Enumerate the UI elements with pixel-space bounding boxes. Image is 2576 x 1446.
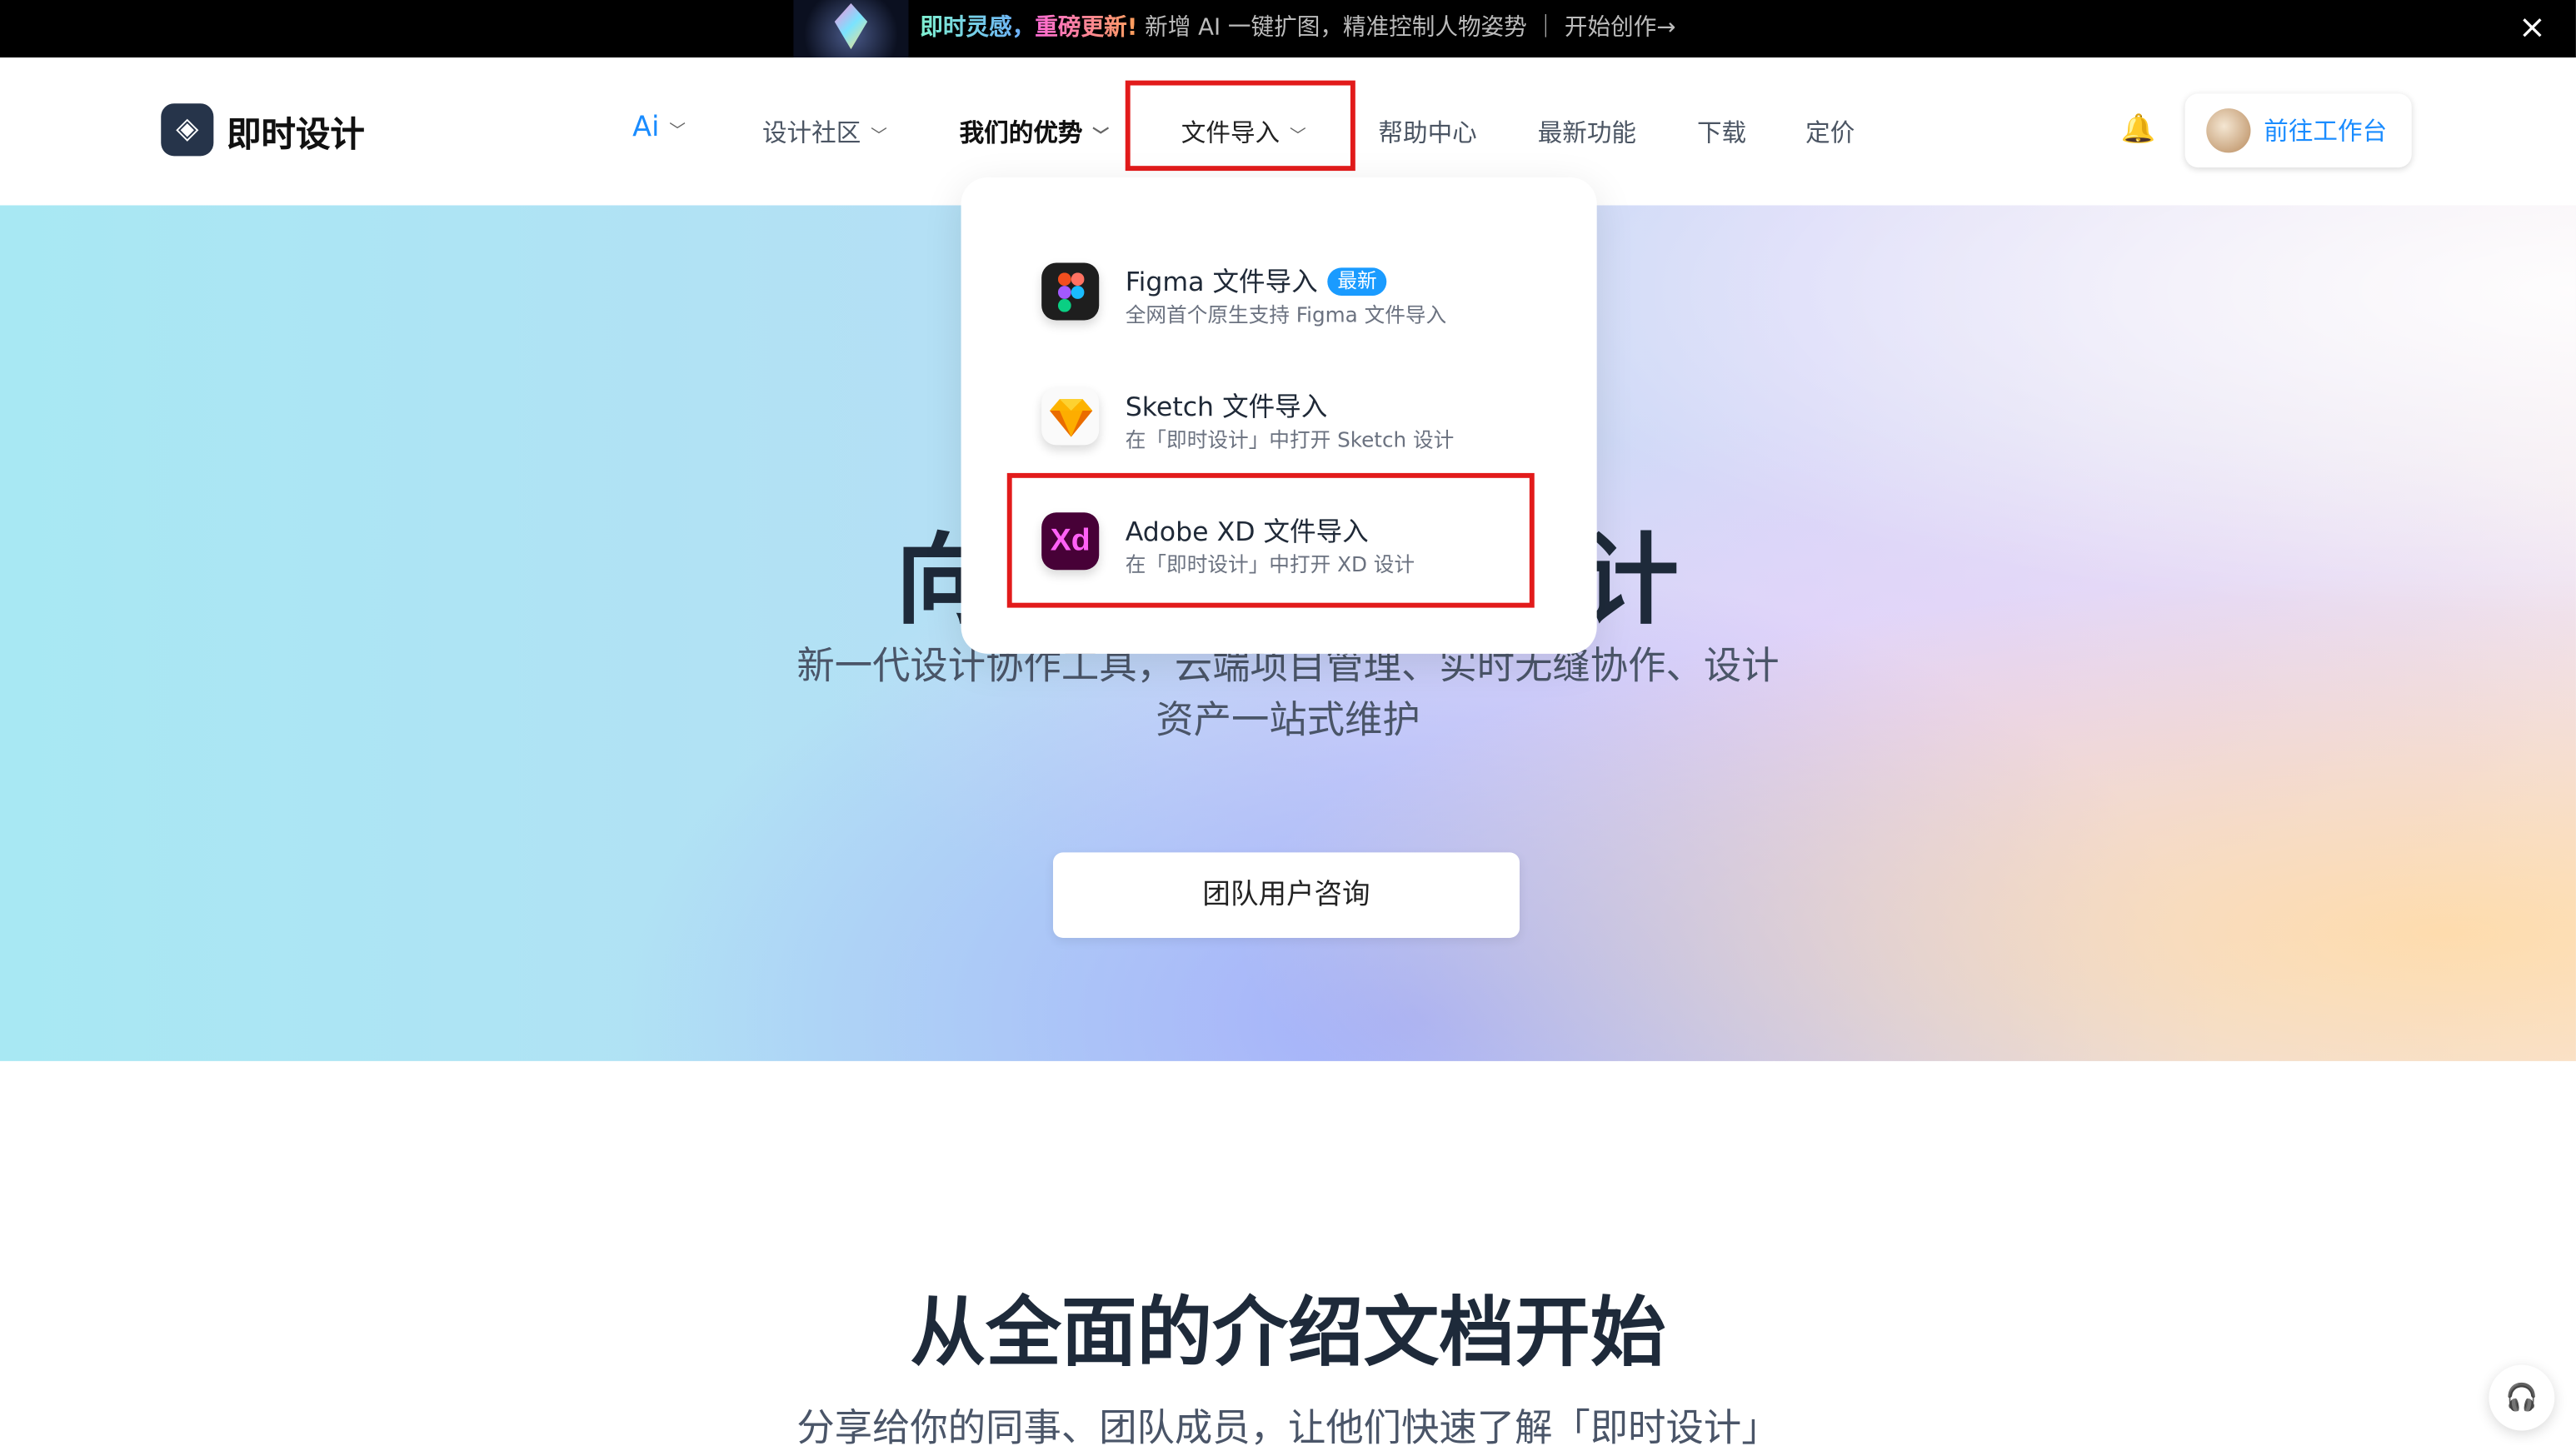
banner-message: 新增 AI 一键扩图，精准控制人物姿势 ｜ 开始创作→ (1137, 14, 1676, 42)
chevron-down-icon: ﹀ (871, 127, 887, 147)
nav-community[interactable]: 设计社区 ﹀ (762, 115, 887, 149)
menu-item-sketch-import[interactable]: Sketch 文件导入 在「即时设计」中打开 Sketch 设计 (1041, 387, 1535, 470)
avatar (2206, 108, 2251, 153)
item-title: Figma 文件导入 (1125, 266, 1318, 297)
nav-help[interactable]: 帮助中心 (1378, 115, 1476, 149)
menu-item-figma-import[interactable]: Figma 文件导入 最新 全网首个原生支持 Figma 文件导入 (1041, 262, 1535, 346)
chevron-down-icon: ﹀ (669, 122, 686, 142)
promo-banner[interactable]: 即时灵感，重磅更新! 新增 AI 一键扩图，精准控制人物姿势 ｜ 开始创作→ × (0, 0, 2576, 58)
headset-icon[interactable]: 🎧 (2489, 1364, 2555, 1431)
hero-subtitle: 新一代设计协作工具，云端项目管理、实时无缝协作、设计资产一站式维护 (796, 645, 1780, 743)
logo-text[interactable]: 即时设计 (227, 108, 365, 157)
item-title: Sketch 文件导入 (1125, 391, 1328, 422)
banner-highlight: 即时灵感， (920, 14, 1036, 42)
highlight-box (1125, 80, 1355, 172)
sketch-icon (1041, 387, 1100, 446)
item-subtitle: 全网首个原生支持 Figma 文件导入 (1125, 302, 1447, 327)
nav-label: 设计社区 (761, 117, 861, 148)
section-subtitle: 分享给你的同事、团队成员，让他们快速了解「即时设计」 (796, 1407, 1780, 1446)
workspace-label: 前往工作台 (2264, 117, 2388, 147)
nav-ai[interactable]: Ai ﹀ (632, 112, 686, 144)
highlight-box (1006, 472, 1535, 608)
workspace-button[interactable]: 前往工作台 (2184, 93, 2412, 168)
nav-label: 我们的优势 (959, 117, 1083, 148)
chevron-down-icon: ﹀ (1092, 127, 1110, 147)
banner-text[interactable]: 即时灵感，重磅更新! 新增 AI 一键扩图，精准控制人物姿势 ｜ 开始创作→ (920, 10, 1675, 42)
nav-pricing[interactable]: 定价 (1805, 115, 1855, 149)
nav-whats-new[interactable]: 最新功能 (1538, 115, 1636, 149)
nav-advantages[interactable]: 我们的优势 ﹀ (960, 115, 1109, 149)
logo-icon[interactable]: ◈ (161, 103, 214, 157)
new-badge: 最新 (1327, 267, 1387, 296)
banner-highlight: 重磅更新! (1035, 14, 1138, 42)
nav-label: Ai (632, 112, 660, 145)
figma-icon (1041, 262, 1100, 321)
item-subtitle: 在「即时设计」中打开 Sketch 设计 (1125, 426, 1455, 452)
bell-icon[interactable]: 🔔 (2121, 113, 2156, 146)
team-consult-button[interactable]: 团队用户咨询 (1052, 852, 1520, 938)
nav-download[interactable]: 下载 (1697, 115, 1746, 149)
close-icon[interactable]: × (2519, 7, 2546, 46)
section-title: 从全面的介绍文档开始 (910, 1287, 1666, 1377)
